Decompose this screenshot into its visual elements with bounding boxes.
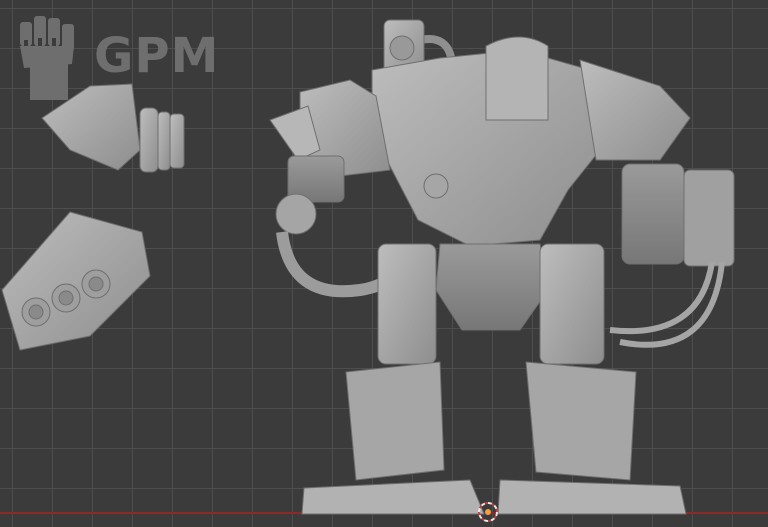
elbow-part[interactable] <box>41 83 185 173</box>
robot-model[interactable] <box>269 19 735 515</box>
model-scene[interactable] <box>0 0 768 527</box>
3d-cursor-icon[interactable] <box>476 500 500 524</box>
gun-block-part[interactable] <box>1 211 151 351</box>
3d-viewport[interactable]: GPM <box>0 0 768 527</box>
